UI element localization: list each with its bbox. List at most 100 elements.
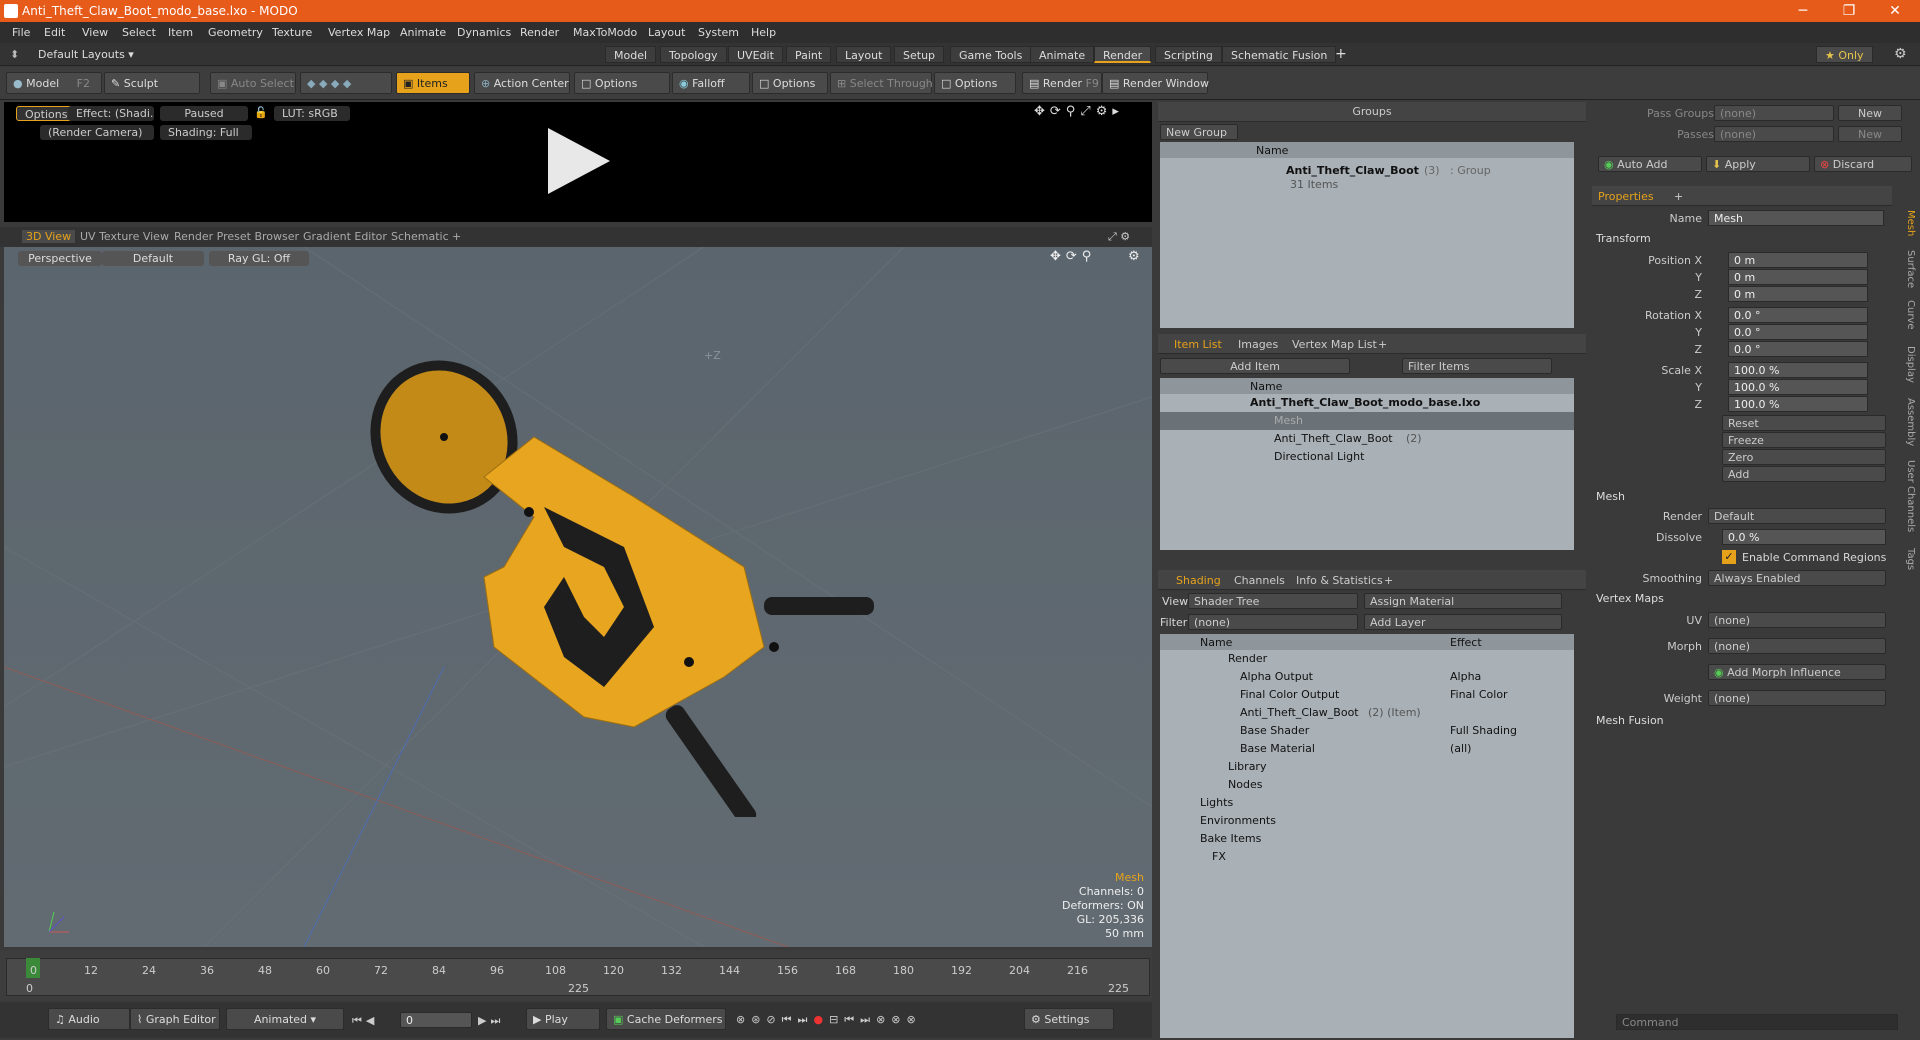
key-controls-icons[interactable]: ⊗⊛⊘⏮⏭●⊟⏮⏭⊗⊗⊗ [736,1013,922,1027]
checkbox-checked-icon[interactable]: ✓ [1722,550,1736,564]
render-preview-controls-icon[interactable]: ✥⟳⚲⤢⚙▸ [1034,104,1124,119]
apply-button[interactable]: ⬇ Apply [1706,156,1810,172]
position-z-field[interactable]: 0 m [1728,286,1868,302]
settings-button[interactable]: ⚙ Settings [1024,1008,1114,1030]
close-button[interactable]: ✕ [1872,0,1918,22]
command-input[interactable]: Command [1616,1014,1898,1030]
scale-y-field[interactable]: 100.0 % [1728,379,1868,395]
shader-row[interactable]: Bake Items [1160,830,1574,848]
add-item-dropdown[interactable]: Add Item [1160,358,1350,374]
item-tree[interactable]: Name Anti_Theft_Claw_Boot_modo_base.lxo … [1160,378,1574,550]
shader-row[interactable]: Library [1160,758,1574,776]
side-tab-display[interactable]: Display [1896,346,1916,383]
3d-viewport[interactable]: Perspective Default Ray GL: Off ✥⟳⚲ ⚙ +Z… [4,247,1152,947]
list-item[interactable]: Mesh [1160,412,1574,430]
new-pass-group-button[interactable]: New [1838,105,1902,121]
add-tab-button[interactable]: + [1384,574,1393,587]
maximize-button[interactable]: ❐ [1826,0,1872,22]
new-group-button[interactable]: New Group [1160,124,1238,140]
new-pass-button[interactable]: New [1838,126,1902,142]
menu-help[interactable]: Help [751,26,776,39]
add-dropdown[interactable]: Add [1722,466,1886,482]
render-paused-toggle[interactable]: Paused [160,106,248,121]
shader-row[interactable]: Render [1160,650,1574,668]
rotation-y-field[interactable]: 0.0 ° [1728,324,1868,340]
menu-texture[interactable]: Texture [272,26,312,39]
add-morph-influence-button[interactable]: ◉ Add Morph Influence [1708,664,1886,680]
tab-game-tools[interactable]: Game Tools [950,46,1032,63]
shader-row-effect[interactable]: Final Color [1450,688,1508,701]
list-item[interactable]: Anti_Theft_Claw_Boot (2) [1160,430,1574,448]
graph-editor-button[interactable]: ⌇ Graph Editor [130,1008,220,1030]
render-effect-dropdown[interactable]: Effect: (Shadi... [68,106,154,121]
gear-icon[interactable]: ⚙ [1894,46,1907,62]
render-preview[interactable]: Options Effect: (Shadi... Paused 🔓 LUT: … [4,102,1152,222]
tab-schematic-fusion[interactable]: Schematic Fusion [1222,46,1337,63]
shading-dropdown[interactable]: Shading: Full [160,125,252,140]
menu-layout[interactable]: Layout [648,26,685,39]
shader-row[interactable]: FX [1160,848,1574,866]
layout-menu-icon[interactable]: ⬍ [10,48,19,61]
dissolve-field[interactable]: 0.0 % [1722,529,1886,545]
side-tab-mesh[interactable]: Mesh [1896,210,1916,236]
tab-schematic[interactable]: Schematic [391,230,449,243]
assign-material-button[interactable]: Assign Material [1364,593,1562,609]
action-center-button[interactable]: ⊕ Action Center [474,72,570,94]
shader-row[interactable]: Base Material (all) [1160,740,1574,758]
menu-vertex-map[interactable]: Vertex Map [328,26,390,39]
menu-dynamics[interactable]: Dynamics [457,26,511,39]
render-window-button[interactable]: ▤ Render Window [1102,72,1209,94]
animated-dropdown[interactable]: Animated ▾ [226,1008,344,1030]
lock-icon[interactable]: 🔓 [254,106,268,119]
mesh-section[interactable]: Mesh [1596,490,1625,503]
menu-file[interactable]: File [12,26,30,39]
group-name[interactable]: Anti_Theft_Claw_Boot [1286,164,1419,177]
perspective-dropdown[interactable]: Perspective [18,251,102,266]
tab-shading[interactable]: Shading [1176,574,1221,587]
tab-uvedit[interactable]: UVEdit [728,46,783,63]
tab-render[interactable]: Render [1094,46,1152,63]
freeze-dropdown[interactable]: Freeze [1722,432,1886,448]
smoothing-dropdown[interactable]: Always Enabled [1708,570,1886,586]
falloff-button[interactable]: ◉ Falloff [672,72,750,94]
play-button[interactable]: ▶ Play [526,1008,600,1030]
falloff-options-button[interactable]: □ Options [752,72,828,94]
position-x-field[interactable]: 0 m [1728,252,1868,268]
auto-add-button[interactable]: ◉ Auto Add [1598,156,1702,172]
tab-render-preset-browser[interactable]: Render Preset Browser [174,230,299,243]
frame-step-forward-icons[interactable]: ▶⏭ [478,1014,504,1028]
tab-layout[interactable]: Layout [836,46,892,63]
selection-mode-buttons[interactable]: ◆ ◆ ◆ ◆ [300,72,392,94]
shader-row[interactable]: Final Color Output Final Color [1160,686,1574,704]
tab-info-statistics[interactable]: Info & Statistics [1296,574,1383,587]
lut-dropdown[interactable]: LUT: sRGB [274,106,350,121]
position-y-field[interactable]: 0 m [1728,269,1868,285]
items-mode-button[interactable]: ▣ Items [396,72,470,94]
tab-3d-view[interactable]: 3D View [22,230,76,243]
shader-row[interactable]: Base Shader Full Shading [1160,722,1574,740]
shader-row[interactable]: Lights [1160,794,1574,812]
view-dropdown[interactable]: Shader Tree [1188,593,1358,609]
shader-row[interactable]: Environments [1160,812,1574,830]
render-dropdown[interactable]: Default [1708,508,1886,524]
add-layout-tab-button[interactable]: + [1335,46,1347,62]
rotation-z-field[interactable]: 0.0 ° [1728,341,1868,357]
only-toggle[interactable]: ★ Only [1816,46,1873,63]
tab-paint[interactable]: Paint [786,46,832,63]
discard-button[interactable]: ⊗ Discard [1814,156,1912,172]
morph-dropdown[interactable]: (none) [1708,638,1886,654]
vertex-mode-icon[interactable]: ◆ ◆ ◆ ◆ [307,77,351,90]
side-tab-tags[interactable]: Tags [1896,548,1916,570]
audio-button[interactable]: ♫ Audio [48,1008,130,1030]
add-tab-button[interactable]: + [1674,190,1683,203]
viewport-settings-icon[interactable]: ⚙ [1128,249,1140,264]
vertex-maps-section[interactable]: Vertex Maps [1596,592,1664,605]
sculpt-button[interactable]: ✎ Sculpt [104,72,200,94]
shader-row-effect[interactable]: (all) [1450,742,1471,755]
tab-properties[interactable]: Properties [1598,190,1654,203]
add-layer-dropdown[interactable]: Add Layer [1364,614,1562,630]
rotation-x-field[interactable]: 0.0 ° [1728,307,1868,323]
tab-animate[interactable]: Animate [1030,46,1095,63]
claw-boot-model[interactable] [334,357,894,817]
shader-row[interactable]: Nodes [1160,776,1574,794]
